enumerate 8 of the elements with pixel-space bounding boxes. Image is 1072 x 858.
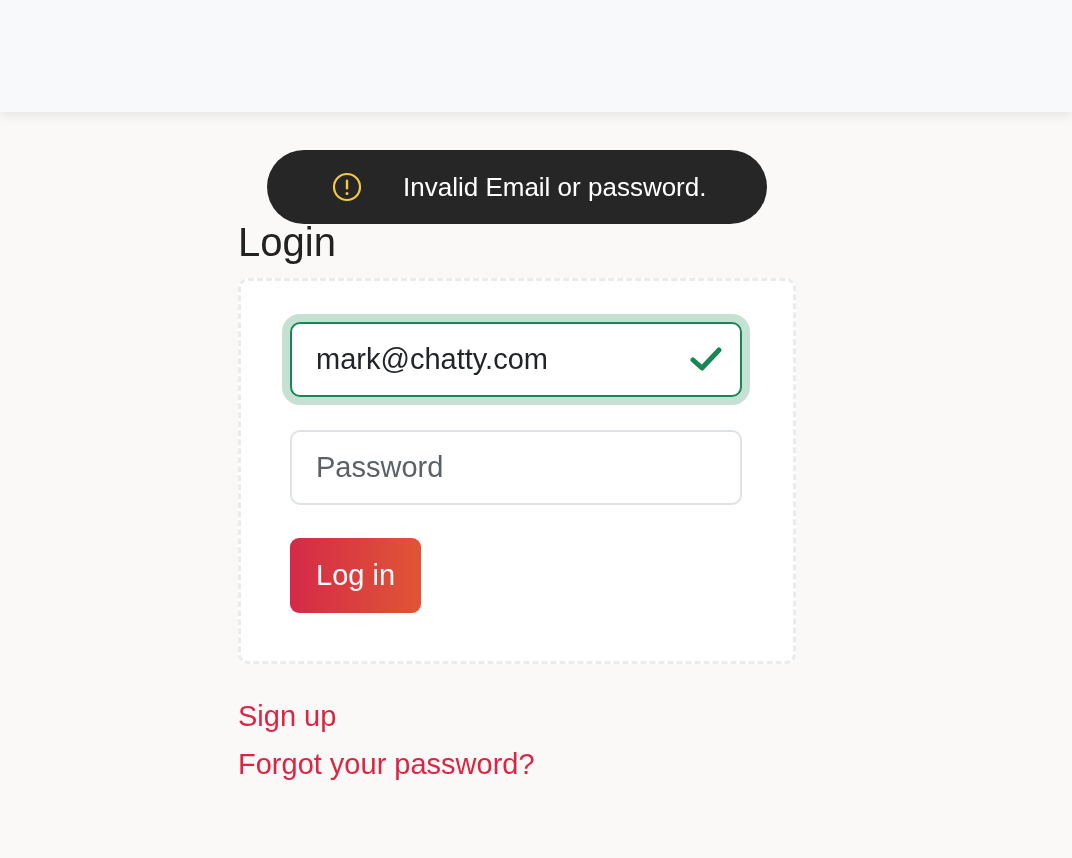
password-field[interactable]: Password xyxy=(290,430,742,505)
toast-message: Invalid Email or password. xyxy=(403,171,707,203)
page-heading: Login xyxy=(238,220,337,264)
checkmark-icon xyxy=(690,346,722,372)
link[interactable]: Sign up xyxy=(238,698,337,734)
link[interactable]: Forgot your password? xyxy=(238,746,535,782)
email-field[interactable]: mark@chatty.com xyxy=(290,322,742,397)
login-button[interactable]: Log in xyxy=(290,538,421,613)
